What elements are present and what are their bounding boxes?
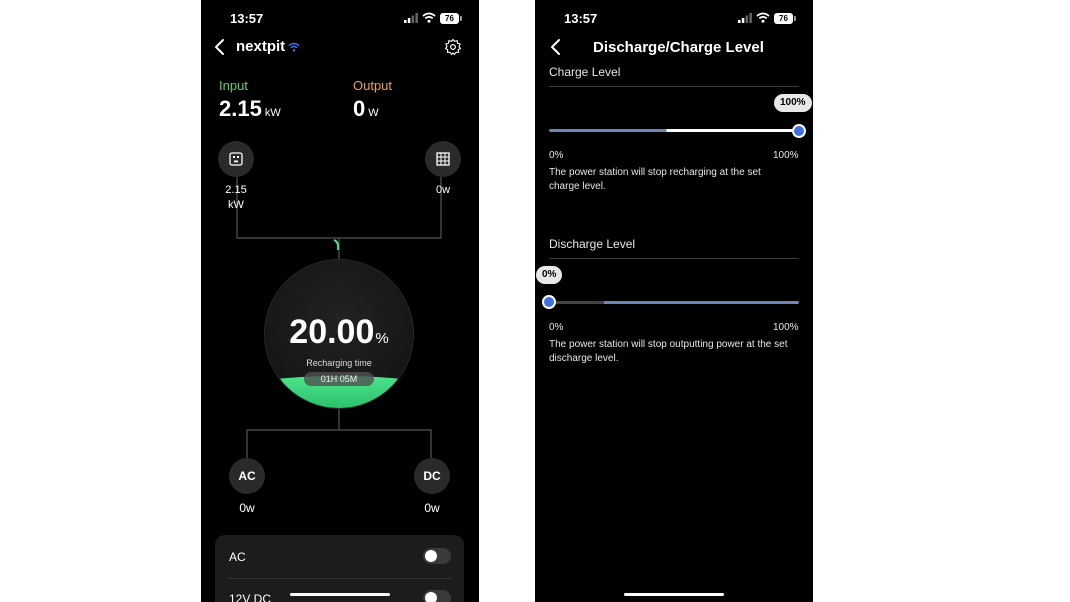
discharge-level-title: Discharge Level (549, 237, 636, 251)
charge-max-label: 100% (773, 150, 799, 161)
charge-slider-thumb[interactable] (792, 124, 806, 138)
battery-icon: 76 (774, 13, 796, 24)
discharge-slider-track[interactable] (549, 301, 799, 304)
solar-source-button[interactable] (425, 141, 461, 177)
battery-percent: 20.00% (289, 313, 389, 351)
dc-toggle-label: 12V DC (229, 592, 272, 602)
discharge-description: The power station will stop outputting p… (549, 339, 788, 364)
discharge-value-bubble: 0% (536, 266, 563, 284)
page-title: Discharge/Charge Level (593, 39, 764, 56)
input-source-value: 2.15 kW (225, 184, 247, 211)
charge-slider-track[interactable] (549, 129, 799, 132)
solar-panel-icon (436, 152, 450, 166)
home-indicator[interactable] (290, 593, 390, 596)
power-station-screen: 13:57 76 nextpit Input 2.15kW Output 0W (201, 0, 479, 602)
wifi-icon (756, 12, 770, 23)
outlet-icon (229, 152, 243, 166)
recharging-time-value: 01H 05M (304, 372, 374, 386)
discharge-min-label: 0% (549, 322, 564, 333)
charge-value-bubble: 100% (774, 94, 812, 112)
discharge-slider-thumb[interactable] (542, 295, 556, 309)
charge-description: The power station will stop recharging a… (549, 167, 761, 192)
ac-toggle-label: AC (229, 550, 246, 564)
dc-toggle[interactable] (423, 590, 451, 602)
charge-min-label: 0% (549, 150, 564, 161)
battery-gauge: 20.00% Recharging time 01H 05M (265, 260, 413, 408)
charge-divider (549, 86, 799, 87)
discharge-max-label: 100% (773, 322, 799, 333)
solar-source-value: 0w (435, 184, 451, 196)
back-chevron-icon[interactable] (549, 38, 565, 56)
recharging-time-label: Recharging time (306, 358, 372, 368)
home-indicator[interactable] (624, 593, 724, 596)
ac-port-value: 0w (239, 501, 255, 515)
ac-port-button[interactable]: AC (229, 458, 265, 494)
output-toggles-panel: AC 12V DC (215, 535, 464, 602)
status-bar: 13:57 76 (535, 0, 813, 36)
panel-divider (227, 578, 452, 579)
dc-port-button[interactable]: DC (414, 458, 450, 494)
discharge-divider (549, 258, 799, 259)
input-source-button[interactable] (218, 141, 254, 177)
discharge-charge-screen: 13:57 76 Discharge/Charge Level Charge L… (535, 0, 813, 602)
ac-toggle[interactable] (423, 548, 451, 564)
charge-level-title: Charge Level (549, 65, 621, 79)
cellular-signal-icon (738, 13, 752, 23)
dc-port-value: 0w (424, 501, 440, 515)
status-time: 13:57 (564, 11, 598, 26)
